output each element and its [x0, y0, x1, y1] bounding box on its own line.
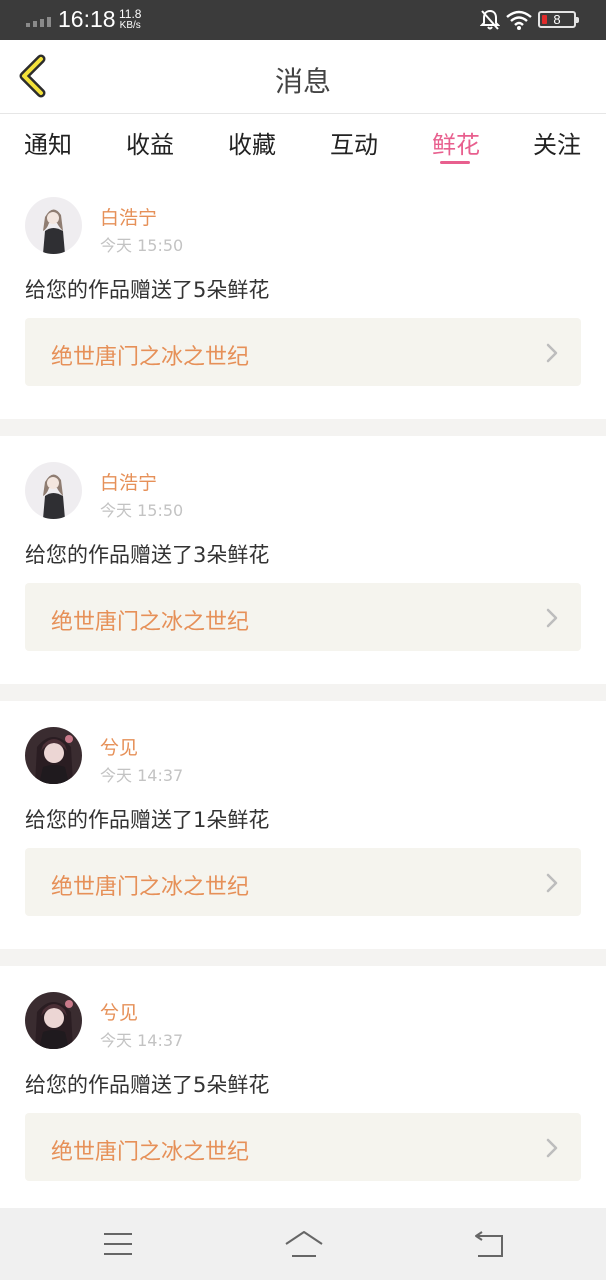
user-avatar[interactable]: [25, 462, 82, 519]
back-icon[interactable]: [472, 1230, 504, 1258]
timestamp: 今天 14:37: [100, 766, 184, 785]
tab-flowers[interactable]: 鲜花: [432, 125, 480, 160]
network-speed: 11.8 KB/s: [119, 7, 142, 31]
chevron-right-icon: [546, 873, 558, 893]
message-text: 给您的作品赠送了5朵鲜花: [25, 278, 270, 302]
home-icon[interactable]: [284, 1230, 324, 1258]
work-link-card[interactable]: 绝世唐门之冰之世纪: [25, 318, 581, 386]
username[interactable]: 兮见: [100, 998, 138, 1025]
user-avatar[interactable]: [25, 197, 82, 254]
signal-icon: [26, 15, 51, 27]
work-link-card[interactable]: 绝世唐门之冰之世纪: [25, 848, 581, 916]
divider: [0, 949, 606, 966]
system-nav-bar: [0, 1208, 606, 1280]
bell-off-icon: [480, 9, 500, 30]
tab-interactions[interactable]: 互动: [330, 125, 378, 160]
message-text: 给您的作品赠送了3朵鲜花: [25, 543, 270, 567]
timestamp: 今天 15:50: [100, 236, 184, 255]
network-speed-value: 11.8: [119, 7, 142, 21]
tab-favorites[interactable]: 收藏: [228, 125, 276, 160]
tab-bar: 通知 收益 收藏 互动 鲜花 关注: [0, 115, 606, 171]
work-title: 绝世唐门之冰之世纪: [51, 610, 250, 635]
work-title: 绝世唐门之冰之世纪: [51, 1140, 250, 1165]
tab-following[interactable]: 关注: [533, 125, 581, 160]
work-title: 绝世唐门之冰之世纪: [51, 875, 250, 900]
status-bar: 16:18 11.8 KB/s 8: [0, 0, 606, 40]
chevron-right-icon: [546, 1138, 558, 1158]
username[interactable]: 兮见: [100, 733, 138, 760]
header: 消息: [0, 40, 606, 114]
battery-icon: 8: [538, 11, 579, 28]
user-avatar[interactable]: [25, 992, 82, 1049]
list-item: 白浩宁 今天 15:50 给您的作品赠送了3朵鲜花 绝世唐门之冰之世纪: [0, 436, 606, 684]
list-item: 兮见 今天 14:37 给您的作品赠送了1朵鲜花 绝世唐门之冰之世纪: [0, 701, 606, 949]
work-link-card[interactable]: 绝世唐门之冰之世纪: [25, 1113, 581, 1181]
timestamp: 今天 14:37: [100, 1031, 184, 1050]
work-title: 绝世唐门之冰之世纪: [51, 345, 250, 370]
work-link-card[interactable]: 绝世唐门之冰之世纪: [25, 583, 581, 651]
tab-active-indicator: [440, 161, 470, 164]
tab-notifications[interactable]: 通知: [24, 125, 72, 160]
tab-earnings[interactable]: 收益: [126, 125, 174, 160]
battery-level: 8: [553, 12, 561, 27]
page-title: 消息: [274, 65, 331, 98]
status-time: 16:18: [58, 6, 116, 32]
list-item: 白浩宁 今天 15:50 给您的作品赠送了5朵鲜花 绝世唐门之冰之世纪: [0, 171, 606, 419]
username[interactable]: 白浩宁: [100, 468, 157, 495]
timestamp: 今天 15:50: [100, 501, 184, 520]
message-text: 给您的作品赠送了1朵鲜花: [25, 808, 270, 832]
battery-nub: [576, 17, 579, 23]
network-speed-unit: KB/s: [119, 20, 141, 31]
list-item: 兮见 今天 14:37 给您的作品赠送了5朵鲜花 绝世唐门之冰之世纪: [0, 966, 606, 1214]
menu-icon[interactable]: [103, 1232, 133, 1256]
message-list: 白浩宁 今天 15:50 给您的作品赠送了5朵鲜花 绝世唐门之冰之世纪 白浩宁 …: [0, 171, 606, 1280]
chevron-right-icon: [546, 343, 558, 363]
divider: [0, 684, 606, 701]
divider: [0, 419, 606, 436]
user-avatar[interactable]: [25, 727, 82, 784]
username[interactable]: 白浩宁: [100, 203, 157, 230]
message-text: 给您的作品赠送了5朵鲜花: [25, 1073, 270, 1097]
wifi-icon: [506, 10, 532, 30]
chevron-right-icon: [546, 608, 558, 628]
